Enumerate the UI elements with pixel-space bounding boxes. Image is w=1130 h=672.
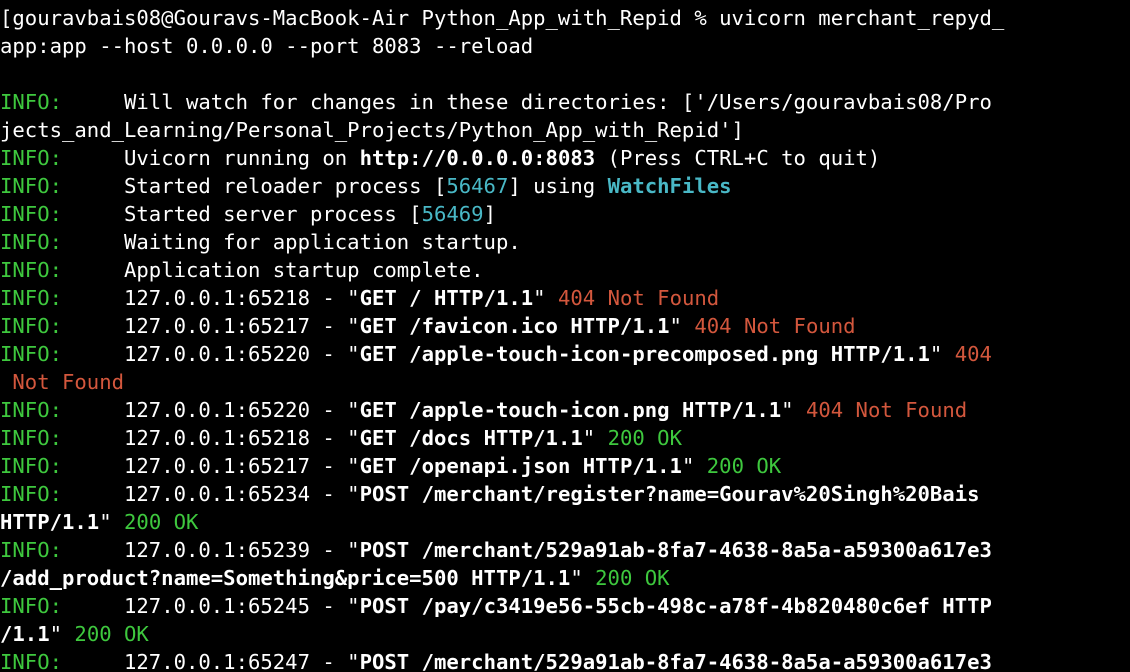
request-text: GET /apple-touch-icon.png HTTP/1.1 xyxy=(359,398,782,422)
log-level-label: INFO: xyxy=(0,90,62,114)
log-level-label: INFO: xyxy=(0,650,62,672)
log-text: " xyxy=(533,286,558,310)
terminal-line: INFO: 127.0.0.1:65217 - "GET /openapi.js… xyxy=(0,452,1130,480)
process-id: 56469 xyxy=(421,202,484,226)
log-level-label: INFO: xyxy=(0,146,62,170)
status-error-text: 404 Not Found xyxy=(557,286,720,310)
terminal-line: INFO: Application startup complete. xyxy=(0,256,1130,284)
log-text: (Press CTRL+C to quit) xyxy=(595,146,881,170)
status-error-text: 404 Not Found xyxy=(805,398,968,422)
terminal-line: INFO: Waiting for application startup. xyxy=(0,228,1130,256)
terminal-line: Not Found xyxy=(0,368,1130,396)
status-ok-text: 200 OK xyxy=(595,566,670,590)
log-text: " xyxy=(929,342,955,366)
terminal-line: INFO: 127.0.0.1:65247 - "POST /merchant/… xyxy=(0,648,1130,672)
terminal-line: INFO: 127.0.0.1:65220 - "GET /apple-touc… xyxy=(0,396,1130,424)
status-ok-text: 200 OK xyxy=(124,510,199,534)
terminal-line: INFO: 127.0.0.1:65217 - "GET /favicon.ic… xyxy=(0,312,1130,340)
log-text: " xyxy=(49,622,75,646)
log-text: " xyxy=(582,426,608,450)
request-text: POST /merchant/register?name=Gourav%20Si… xyxy=(359,482,980,506)
log-level-label: INFO: xyxy=(0,174,62,198)
status-ok-text: 200 OK xyxy=(706,454,782,478)
log-level-label: INFO: xyxy=(0,314,62,338)
terminal-line: INFO: Started server process [56469] xyxy=(0,200,1130,228)
reloader-name: WatchFiles xyxy=(607,174,732,198)
log-level-label: INFO: xyxy=(0,398,62,422)
terminal-line: /1.1" 200 OK xyxy=(0,620,1130,648)
log-text: 127.0.0.1:65217 - " xyxy=(62,454,360,478)
terminal-line: INFO: Will watch for changes in these di… xyxy=(0,88,1130,116)
log-text: Started server process [ xyxy=(62,202,422,226)
log-text: [gouravbais08@Gouravs-MacBook-Air Python… xyxy=(0,6,1005,30)
log-text: Will watch for changes in these director… xyxy=(62,90,992,114)
status-error-text: Not Found xyxy=(0,370,124,394)
log-level-label: INFO: xyxy=(0,594,62,618)
log-text: Waiting for application startup. xyxy=(62,230,521,254)
request-text: GET / HTTP/1.1 xyxy=(359,286,534,310)
log-text: " xyxy=(99,510,125,534)
request-text: /1.1 xyxy=(0,622,50,646)
log-text: jects_and_Learning/Personal_Projects/Pyt… xyxy=(0,118,744,142)
log-text: " xyxy=(570,566,596,590)
status-ok-text: 200 OK xyxy=(74,622,149,646)
request-text: GET /openapi.json HTTP/1.1 xyxy=(359,454,682,478)
log-text: " xyxy=(681,454,707,478)
log-text: 127.0.0.1:65234 - " xyxy=(62,482,360,506)
log-text: " xyxy=(669,314,695,338)
process-id: 56467 xyxy=(446,174,509,198)
log-level-label: INFO: xyxy=(0,258,62,282)
terminal-line: INFO: Uvicorn running on http://0.0.0.0:… xyxy=(0,144,1130,172)
request-text: GET /favicon.ico HTTP/1.1 xyxy=(359,314,670,338)
status-ok-text: 200 OK xyxy=(607,426,682,450)
terminal-line: /add_product?name=Something&price=500 HT… xyxy=(0,564,1130,592)
log-text: " xyxy=(781,398,806,422)
log-text: ] using xyxy=(508,174,608,198)
log-level-label: INFO: xyxy=(0,230,62,254)
log-level-label: INFO: xyxy=(0,482,62,506)
log-text: 127.0.0.1:65218 - " xyxy=(62,286,360,310)
terminal-line: HTTP/1.1" 200 OK xyxy=(0,508,1130,536)
log-level-label: INFO: xyxy=(0,286,62,310)
log-text: Uvicorn running on xyxy=(62,146,360,170)
terminal-line: INFO: Started reloader process [56467] u… xyxy=(0,172,1130,200)
log-text: Application startup complete. xyxy=(62,258,484,282)
request-text: GET /apple-touch-icon-precomposed.png HT… xyxy=(359,342,930,366)
request-text: /add_product?name=Something&price=500 HT… xyxy=(0,566,571,590)
log-level-label: INFO: xyxy=(0,454,62,478)
log-text: app:app --host 0.0.0.0 --port 8083 --rel… xyxy=(0,34,534,58)
request-text: http://0.0.0.0:8083 xyxy=(359,146,596,170)
request-text: POST /merchant/529a91ab-8fa7-4638-8a5a-a… xyxy=(359,650,992,672)
log-text: 127.0.0.1:65217 - " xyxy=(62,314,360,338)
request-text: HTTP/1.1 xyxy=(0,510,100,534)
log-level-label: INFO: xyxy=(0,538,62,562)
log-text: 127.0.0.1:65218 - " xyxy=(62,426,360,450)
log-level-label: INFO: xyxy=(0,202,62,226)
log-text: Started reloader process [ xyxy=(62,174,447,198)
terminal-line: INFO: 127.0.0.1:65239 - "POST /merchant/… xyxy=(0,536,1130,564)
status-error-text: 404 Not Found xyxy=(694,314,856,338)
terminal-line: [gouravbais08@Gouravs-MacBook-Air Python… xyxy=(0,4,1130,32)
terminal-line: INFO: 127.0.0.1:65234 - "POST /merchant/… xyxy=(0,480,1130,508)
terminal-line: INFO: 127.0.0.1:65220 - "GET /apple-touc… xyxy=(0,340,1130,368)
request-text: POST /merchant/529a91ab-8fa7-4638-8a5a-a… xyxy=(359,538,992,562)
status-error-text: 404 xyxy=(954,342,992,366)
log-text: ] xyxy=(483,202,496,226)
terminal-line: jects_and_Learning/Personal_Projects/Pyt… xyxy=(0,116,1130,144)
terminal-line: INFO: 127.0.0.1:65218 - "GET /docs HTTP/… xyxy=(0,424,1130,452)
request-text: POST /pay/c3419e56-55cb-498c-a78f-4b8204… xyxy=(359,594,992,618)
terminal-output[interactable]: [gouravbais08@Gouravs-MacBook-Air Python… xyxy=(0,0,1130,672)
log-text: 127.0.0.1:65220 - " xyxy=(62,398,360,422)
terminal-line: INFO: 127.0.0.1:65245 - "POST /pay/c3419… xyxy=(0,592,1130,620)
log-text: 127.0.0.1:65247 - " xyxy=(62,650,360,672)
log-level-label: INFO: xyxy=(0,426,62,450)
log-level-label: INFO: xyxy=(0,342,62,366)
request-text: GET /docs HTTP/1.1 xyxy=(359,426,583,450)
terminal-line: INFO: 127.0.0.1:65218 - "GET / HTTP/1.1"… xyxy=(0,284,1130,312)
log-text: 127.0.0.1:65239 - " xyxy=(62,538,360,562)
terminal-line: app:app --host 0.0.0.0 --port 8083 --rel… xyxy=(0,32,1130,60)
log-text: 127.0.0.1:65220 - " xyxy=(62,342,360,366)
log-text: 127.0.0.1:65245 - " xyxy=(62,594,360,618)
